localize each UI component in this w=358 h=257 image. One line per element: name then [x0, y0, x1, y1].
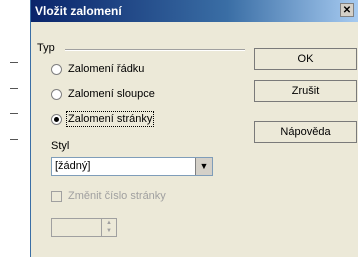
- change-page-number-label: Změnit číslo stránky: [68, 190, 166, 202]
- help-button[interactable]: Nápověda: [254, 121, 357, 143]
- margin-mark: [10, 88, 18, 89]
- radio-column-break[interactable]: Zalomení sloupce: [51, 88, 155, 100]
- document-margin: [0, 0, 30, 257]
- radio-button-icon[interactable]: [51, 88, 62, 100]
- margin-mark: [10, 62, 18, 63]
- dialog-title: Vložit zalomení: [35, 4, 122, 18]
- radio-button-icon[interactable]: [51, 63, 62, 75]
- checkbox-icon: [51, 190, 62, 202]
- spin-down-icon: ▼: [106, 228, 112, 234]
- styl-label: Styl: [51, 140, 70, 152]
- radio-label: Zalomení sloupce: [68, 88, 155, 100]
- chevron-down-icon[interactable]: ▼: [195, 158, 212, 175]
- cancel-button[interactable]: Zrušit: [254, 80, 357, 102]
- styl-value: [žádný]: [55, 160, 91, 172]
- spinner-buttons: ▲ ▼: [101, 219, 116, 236]
- dialog-titlebar: Vložit zalomení ✕: [31, 0, 358, 22]
- change-page-number-row: Změnit číslo stránky: [51, 190, 166, 202]
- styl-select[interactable]: [žádný] ▼: [51, 157, 213, 176]
- radio-line-break[interactable]: Zalomení řádku: [51, 63, 144, 75]
- margin-mark: [10, 113, 18, 114]
- radio-button-checked-icon[interactable]: [51, 113, 62, 125]
- page-number-spinner: ▲ ▼: [51, 218, 117, 237]
- ok-button[interactable]: OK: [254, 48, 357, 70]
- radio-label: Zalomení stránky: [65, 111, 155, 127]
- radio-label: Zalomení řádku: [68, 63, 145, 75]
- typ-group-label: Typ: [37, 42, 55, 54]
- radio-page-break[interactable]: Zalomení stránky: [51, 111, 155, 127]
- insert-break-dialog: Vložit zalomení ✕ Typ Zalomení řádku Zal…: [30, 0, 358, 257]
- group-divider: [65, 49, 245, 51]
- margin-mark: [10, 139, 18, 140]
- close-icon[interactable]: ✕: [340, 3, 354, 17]
- spin-up-icon: ▲: [106, 220, 112, 226]
